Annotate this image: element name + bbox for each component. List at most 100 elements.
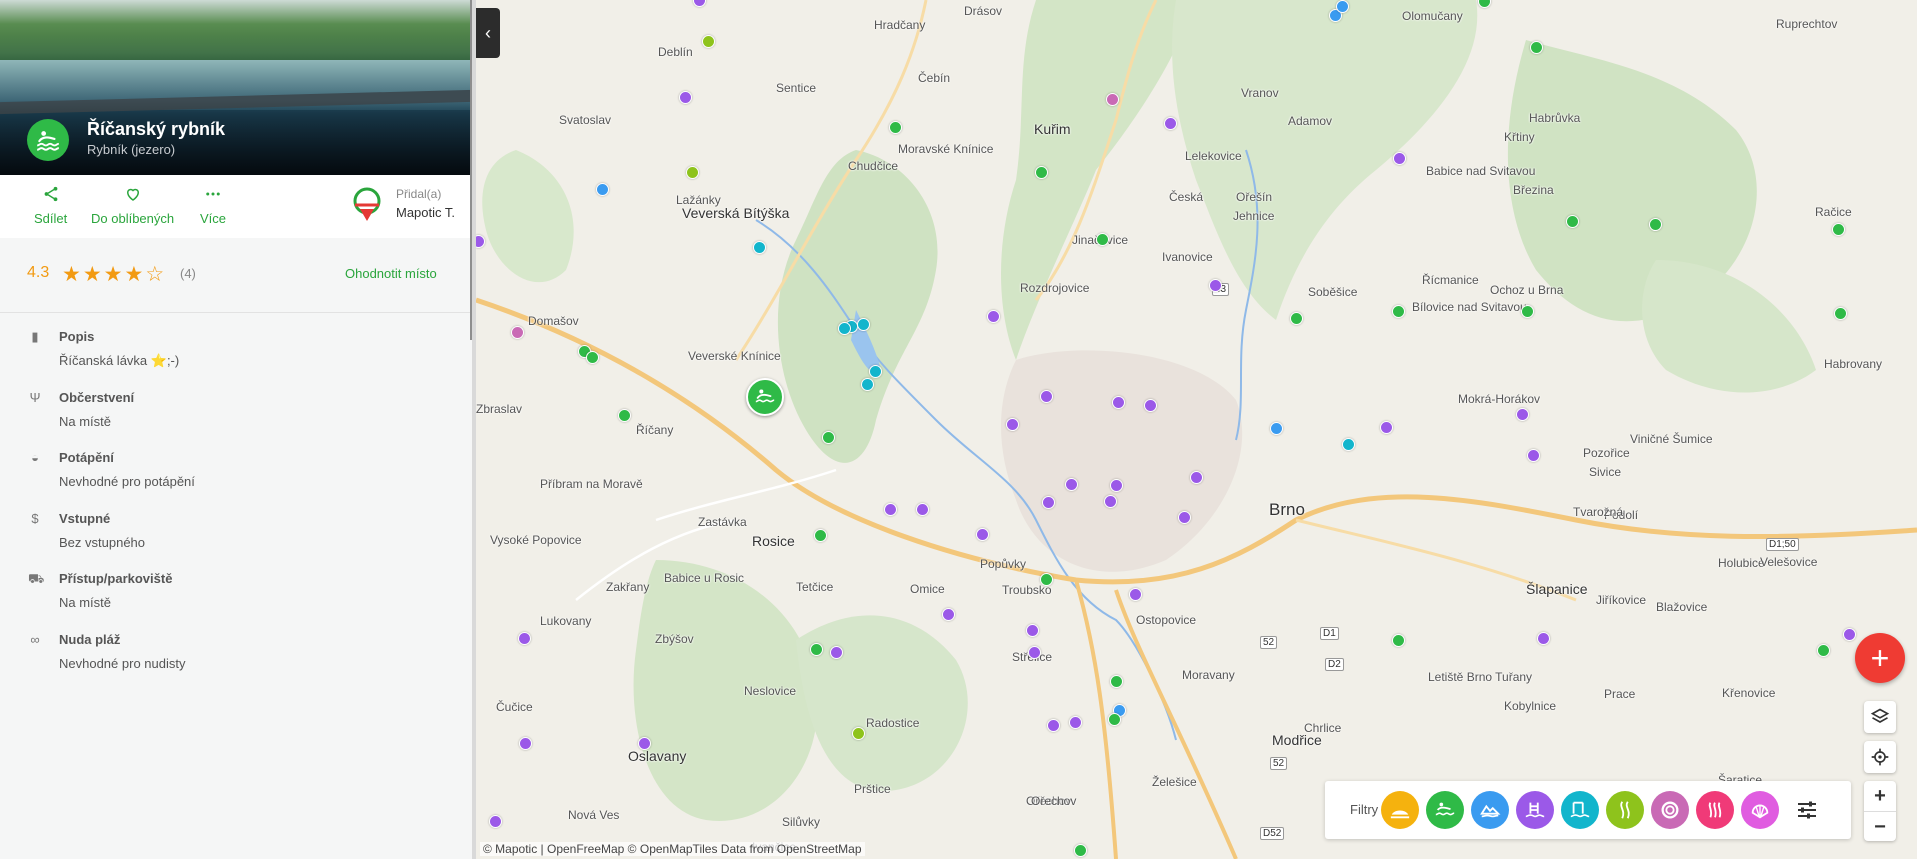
poi-marker[interactable] (869, 365, 882, 378)
poi-marker[interactable] (1209, 279, 1222, 292)
poi-marker[interactable] (1164, 117, 1177, 130)
filter-sea-button[interactable] (1741, 791, 1779, 829)
map-place-label: Viničné Šumice (1630, 432, 1713, 446)
poi-marker[interactable] (618, 409, 631, 422)
poi-marker[interactable] (1074, 844, 1087, 857)
poi-marker[interactable] (1096, 233, 1109, 246)
poi-marker[interactable] (1110, 675, 1123, 688)
zoom-out-button[interactable]: − (1864, 812, 1896, 842)
poi-marker[interactable] (1566, 215, 1579, 228)
poi-marker[interactable] (753, 241, 766, 254)
star-icon: ★ (103, 263, 125, 286)
poi-marker[interactable] (679, 91, 692, 104)
poi-marker[interactable] (852, 727, 865, 740)
poi-marker[interactable] (489, 815, 502, 828)
layers-button[interactable] (1864, 701, 1896, 733)
filter-quarry-button[interactable] (1471, 791, 1509, 829)
poi-marker[interactable] (1527, 449, 1540, 462)
poi-marker[interactable] (1040, 390, 1053, 403)
poi-marker[interactable] (1537, 632, 1550, 645)
filter-river-button[interactable] (1606, 791, 1644, 829)
poi-marker[interactable] (976, 528, 989, 541)
poi-marker[interactable] (857, 318, 870, 331)
poi-marker[interactable] (1035, 166, 1048, 179)
poi-marker[interactable] (1521, 305, 1534, 318)
poi-marker[interactable] (1178, 511, 1191, 524)
poi-marker[interactable] (916, 503, 929, 516)
poi-marker[interactable] (942, 608, 955, 621)
poi-marker[interactable] (1108, 713, 1121, 726)
poi-marker[interactable] (1069, 716, 1082, 729)
poi-marker[interactable] (519, 737, 532, 750)
poi-marker[interactable] (1104, 495, 1117, 508)
poi-marker[interactable] (1040, 573, 1053, 586)
poi-marker[interactable] (822, 431, 835, 444)
poi-marker[interactable] (884, 503, 897, 516)
poi-marker[interactable] (814, 529, 827, 542)
poi-marker[interactable] (1028, 646, 1041, 659)
poi-marker[interactable] (1290, 312, 1303, 325)
poi-marker[interactable] (838, 322, 851, 335)
poi-marker[interactable] (1106, 93, 1119, 106)
poi-marker[interactable] (1112, 396, 1125, 409)
poi-marker[interactable] (1042, 496, 1055, 509)
filter-pool-button[interactable] (1516, 791, 1554, 829)
map-place-label: Tetčice (796, 580, 834, 594)
share-button[interactable]: Sdílet (34, 185, 67, 226)
poi-marker[interactable] (596, 183, 609, 196)
poi-marker[interactable] (1832, 223, 1845, 236)
poi-marker[interactable] (1649, 218, 1662, 231)
poi-marker[interactable] (1129, 588, 1142, 601)
star-rating[interactable]: ★★★★☆ (62, 262, 166, 287)
poi-marker[interactable] (1834, 307, 1847, 320)
poi-marker[interactable] (1110, 479, 1123, 492)
filter-settings-icon[interactable] (1795, 798, 1819, 822)
detail-title: Popis (59, 329, 95, 344)
poi-marker[interactable] (1380, 421, 1393, 434)
map-place-label: Prace (1604, 687, 1636, 701)
poi-marker[interactable] (1026, 624, 1039, 637)
filter-aquapark-button[interactable] (1651, 791, 1689, 829)
poi-marker[interactable] (1065, 478, 1078, 491)
locate-button[interactable] (1864, 741, 1896, 773)
selected-place-marker[interactable] (746, 378, 784, 416)
poi-marker[interactable] (1190, 471, 1203, 484)
poi-marker[interactable] (1393, 152, 1406, 165)
poi-marker[interactable] (987, 310, 1000, 323)
poi-marker[interactable] (1530, 41, 1543, 54)
poi-marker[interactable] (1392, 634, 1405, 647)
map-attribution[interactable]: © Mapotic | OpenFreeMap © OpenMapTiles D… (480, 842, 865, 856)
filter-beach-button[interactable] (1381, 791, 1419, 829)
poi-marker[interactable] (1516, 408, 1529, 421)
filter-swimming-pool-button[interactable] (1561, 791, 1599, 829)
add-place-button[interactable]: + (1855, 633, 1905, 683)
filter-lake-button[interactable] (1426, 791, 1464, 829)
poi-marker[interactable] (511, 326, 524, 339)
seashell-icon (1751, 804, 1769, 819)
poi-marker[interactable] (830, 646, 843, 659)
poi-marker[interactable] (889, 121, 902, 134)
poi-marker[interactable] (1047, 719, 1060, 732)
poi-marker[interactable] (1144, 399, 1157, 412)
favorite-button[interactable]: Do oblíbených (91, 185, 174, 226)
poi-marker[interactable] (1342, 438, 1355, 451)
collapse-panel-button[interactable]: ‹ (476, 8, 500, 58)
filter-thermal-button[interactable] (1696, 791, 1734, 829)
map-canvas[interactable]: Hradčany Drásov Olomučany Ruprechtov Deblín S… (476, 0, 1917, 859)
poi-marker[interactable] (1843, 628, 1856, 641)
poi-marker[interactable] (1817, 644, 1830, 657)
poi-marker[interactable] (686, 166, 699, 179)
poi-marker[interactable] (810, 643, 823, 656)
poi-marker[interactable] (1392, 305, 1405, 318)
poi-marker[interactable] (1336, 0, 1349, 13)
poi-marker[interactable] (518, 632, 531, 645)
poi-marker[interactable] (1006, 418, 1019, 431)
poi-marker[interactable] (638, 737, 651, 750)
more-button[interactable]: Více (200, 185, 226, 226)
poi-marker[interactable] (861, 378, 874, 391)
poi-marker[interactable] (586, 351, 599, 364)
rate-place-button[interactable]: Ohodnotit místo (345, 266, 437, 281)
poi-marker[interactable] (702, 35, 715, 48)
zoom-in-button[interactable]: + (1864, 781, 1896, 811)
poi-marker[interactable] (1270, 422, 1283, 435)
